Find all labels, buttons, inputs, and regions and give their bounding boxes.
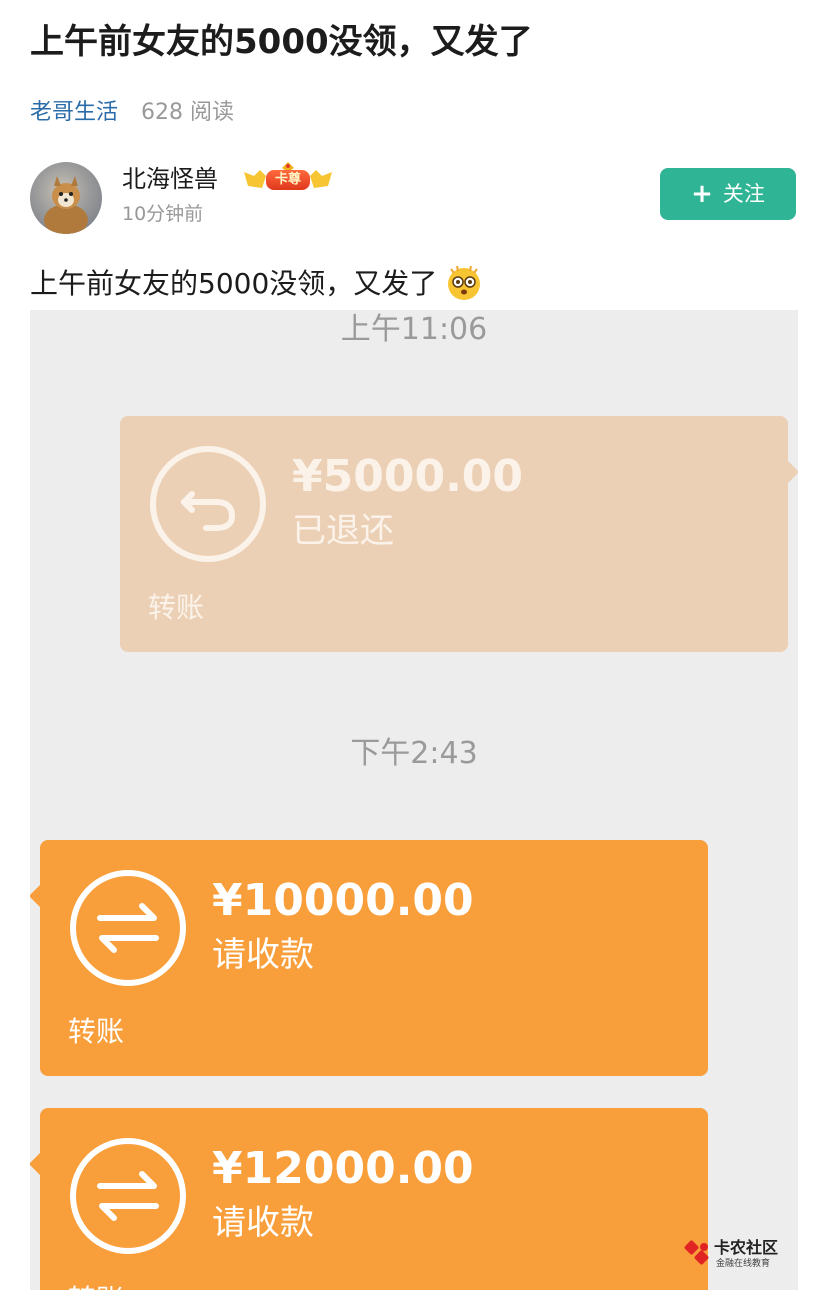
transfer-card-pending[interactable]: ¥10000.00 请收款 转账: [30, 840, 708, 1076]
read-count: 628 阅读: [141, 100, 235, 125]
post-text: 上午前女友的5000没领，又发了: [30, 267, 438, 300]
post-body: 上午前女友的5000没领，又发了: [30, 262, 483, 314]
badge-label: 卡尊: [266, 170, 310, 190]
bubble-tail: [30, 884, 41, 908]
transfer-amount: ¥5000.00: [292, 451, 524, 502]
transfer-amount: ¥10000.00: [212, 875, 474, 926]
chat-time-label: 下午2:43: [350, 736, 478, 771]
transfer-arrows-icon: [70, 1138, 186, 1254]
article-title: 上午前女友的5000没领，又发了: [30, 22, 533, 62]
plus-icon: +: [691, 179, 713, 209]
chat-time-label: 上午11:06: [340, 312, 488, 347]
transfer-status: 已退还: [292, 511, 394, 551]
channel-link[interactable]: 老哥生活: [30, 100, 118, 125]
transfer-arrows-icon: [70, 870, 186, 986]
return-arrow-icon: [150, 446, 266, 562]
transfer-kind: 转账: [148, 591, 205, 624]
article-page: 上午前女友的5000没领，又发了 老哥生活 628 阅读 北海怪兽 卡尊 10分…: [0, 0, 828, 1305]
transfer-card-returned[interactable]: ¥5000.00 已退还 转账: [120, 416, 798, 652]
bubble-tail: [30, 1152, 41, 1176]
follow-button[interactable]: + 关注: [660, 168, 796, 220]
post-time: 10分钟前: [122, 203, 204, 225]
transfer-card-pending[interactable]: ¥12000.00 请收款 转账: [30, 1108, 708, 1290]
dizzy-face-emoji-icon: [445, 263, 483, 314]
kanong-logo-icon: [684, 1240, 709, 1265]
author-row: 北海怪兽 卡尊 10分钟前 + 关注: [30, 160, 796, 236]
article-meta: 老哥生活 628 阅读: [30, 96, 234, 130]
transfer-amount: ¥12000.00: [212, 1143, 474, 1194]
transfer-kind: 转账: [68, 1015, 125, 1048]
transfer-kind: 转账: [68, 1280, 124, 1290]
follow-label: 关注: [722, 182, 765, 206]
watermark-name: 卡农社区: [714, 1238, 779, 1257]
bubble-tail: [787, 460, 798, 484]
transfer-status: 请收款: [212, 935, 314, 975]
chat-screenshot: 上午11:06 ¥5000.00 已退还 转账 下午2:43 ¥10000.00…: [30, 310, 798, 1290]
kanong-watermark: 卡农社区 金融在线教育: [684, 1238, 784, 1272]
crown-badge-icon: 卡尊: [240, 162, 336, 194]
avatar[interactable]: [30, 162, 102, 234]
author-name[interactable]: 北海怪兽: [122, 162, 218, 196]
watermark-subtitle: 金融在线教育: [716, 1259, 771, 1269]
marten-avatar-icon: [44, 176, 88, 234]
transfer-status: 请收款: [212, 1203, 314, 1243]
